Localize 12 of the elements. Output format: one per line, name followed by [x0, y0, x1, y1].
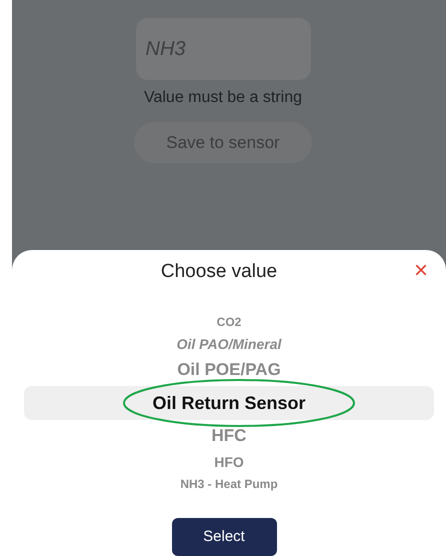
input-field[interactable]: NH3: [136, 18, 310, 80]
sheet-title: Choose value: [160, 260, 278, 284]
selected-option[interactable]: Oil Return Sensor: [24, 386, 434, 420]
picker-option[interactable]: Oil PAO/Mineral: [176, 332, 282, 356]
picker-option[interactable]: HFO: [214, 450, 244, 474]
picker-option[interactable]: NH3 - Heat Pump: [180, 474, 278, 494]
select-button[interactable]: Select: [172, 518, 276, 556]
picker-option[interactable]: Oil POE/PAG: [177, 356, 281, 384]
error-message: Value must be a string: [144, 88, 302, 108]
close-button[interactable]: ×: [414, 259, 428, 283]
picker-option[interactable]: CO2: [216, 312, 242, 332]
picker-option[interactable]: HFC: [212, 422, 246, 450]
